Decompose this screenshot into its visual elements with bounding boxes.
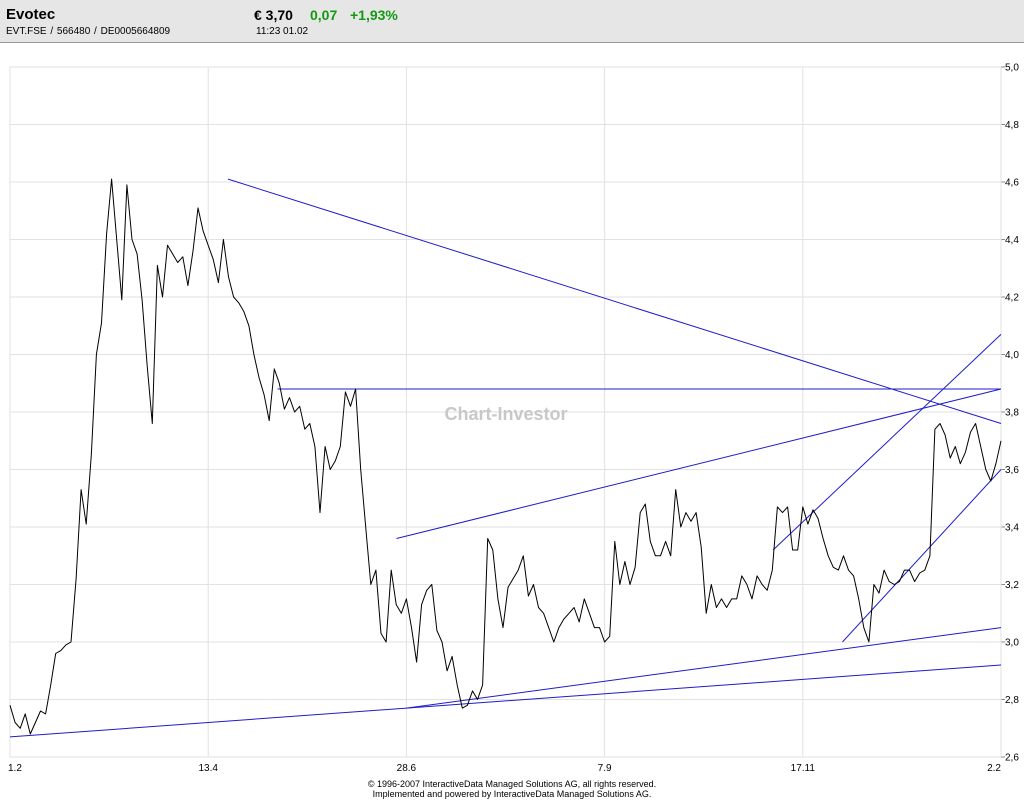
x-tick-label: 7.9 <box>598 763 612 774</box>
x-tick-label: 1.2 <box>8 763 22 774</box>
y-tick-label: 5,0 <box>1005 63 1019 74</box>
price-chart: 2,6 2,8 3,0 3,2 3,4 3,6 3,8 4,0 4,2 4,4 4,6 4,8 5,0 1… <box>8 63 1019 775</box>
x-tick-label: 28.6 <box>397 763 417 774</box>
y-tick-label: 4,8 <box>1005 120 1019 131</box>
y-tick-label: 3,2 <box>1005 580 1019 591</box>
x-tick-label: 17.11 <box>791 763 816 774</box>
y-tick-label: 3,6 <box>1005 465 1019 476</box>
y-tick-label: 2,6 <box>1005 753 1019 764</box>
powered-by-line: Implemented and powered by InteractiveDa… <box>372 789 652 799</box>
y-tick-label: 4,2 <box>1005 293 1019 304</box>
y-tick-label: 3,0 <box>1005 638 1019 649</box>
copyright-line: © 1996-2007 InteractiveData Managed Solu… <box>367 779 657 789</box>
y-tick-label: 4,4 <box>1005 235 1019 246</box>
x-tick-label: 13.4 <box>198 763 218 774</box>
x-tick-label: 2.2 <box>987 763 1001 774</box>
y-tick-label: 2,8 <box>1005 695 1019 706</box>
y-tick-label: 4,0 <box>1005 350 1019 361</box>
y-tick-label: 4,6 <box>1005 178 1019 189</box>
y-tick-label: 3,8 <box>1005 408 1019 419</box>
y-tick-label: 3,4 <box>1005 523 1019 534</box>
chart-watermark: Chart-Investor <box>444 404 567 424</box>
